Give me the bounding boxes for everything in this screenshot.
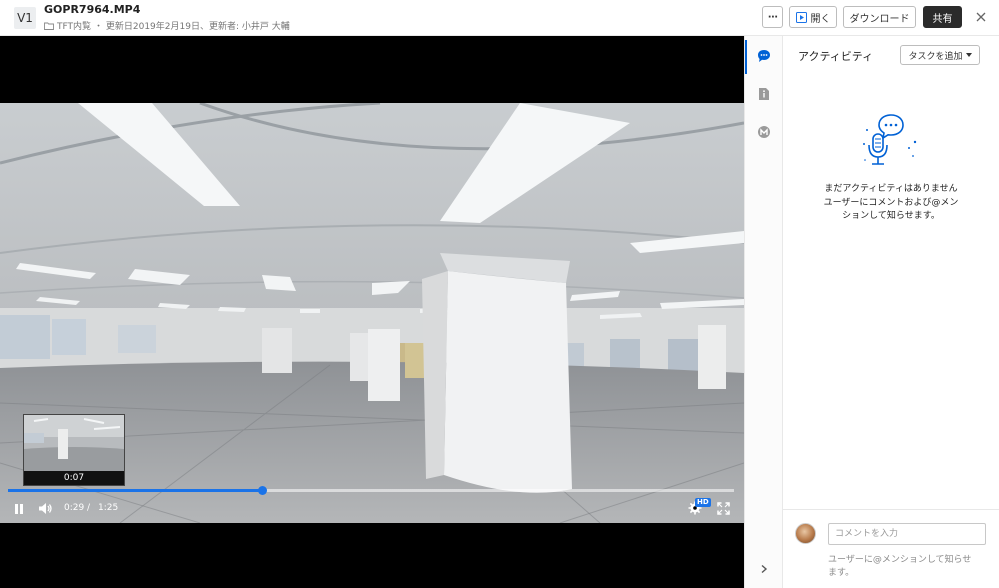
close-icon[interactable] (973, 9, 989, 25)
download-button[interactable]: ダウンロード (843, 6, 916, 28)
updated-info: ・ 更新日2019年2月19日、更新者: 小井戸 大輔 (94, 22, 290, 32)
caret-down-icon (965, 53, 972, 57)
skills-icon[interactable] (757, 125, 771, 139)
folder-link[interactable]: TFT内覧 (57, 19, 91, 32)
empty-state-title: まだアクティビティはありません (824, 184, 958, 194)
sidebar-rail (744, 36, 783, 588)
open-app-icon (795, 11, 807, 23)
open-label: 開く (810, 13, 831, 25)
video-player[interactable]: 0:07 0:29 / 1:25 HD (0, 36, 744, 588)
avatar (795, 523, 816, 544)
activity-panel: アクティビティ タスクを追加 まだアクティビティはありません ユーザーにコメント… (783, 36, 999, 588)
add-task-button[interactable]: タスクを追加 (900, 45, 980, 65)
file-name: GOPR7964.MP4 (44, 3, 141, 16)
add-task-label: タスクを追加 (908, 50, 963, 61)
fullscreen-icon[interactable] (717, 502, 730, 515)
volume-icon[interactable] (38, 502, 53, 515)
preview-header: V1 GOPR7964.MP4 TFT内覧 ・ 更新日2019年2月19日、更新… (0, 0, 999, 36)
progress-bar[interactable] (8, 486, 734, 495)
progress-fill (8, 489, 263, 492)
file-meta: TFT内覧 ・ 更新日2019年2月19日、更新者: 小井戸 大輔 (44, 19, 290, 32)
more-options-button[interactable]: ⋯ (762, 6, 783, 28)
pause-icon[interactable] (13, 503, 25, 515)
empty-state-description: ユーザーにコメントおよび@メンションして知らせます。 (823, 198, 959, 221)
divider (783, 509, 999, 510)
share-button[interactable]: 共有 (923, 6, 962, 28)
chevron-right-icon[interactable] (759, 564, 769, 574)
version-badge[interactable]: V1 (14, 7, 36, 29)
microphone-chat-icon (863, 114, 917, 165)
comment-input[interactable] (828, 523, 986, 545)
current-time: 0:29 (64, 503, 85, 513)
hd-badge: HD (695, 498, 711, 507)
player-controls: 0:29 / 1:25 HD (0, 498, 744, 522)
info-icon[interactable] (757, 87, 771, 101)
panel-title: アクティビティ (798, 50, 874, 63)
thumbnail-time: 0:07 (24, 471, 124, 485)
rail-active-indicator (745, 40, 747, 74)
total-time: 1:25 (98, 503, 119, 513)
activity-icon[interactable] (757, 49, 771, 63)
comment-hint: ユーザーに@メンションして知らせます。 (828, 555, 972, 578)
thumbnail-image (24, 415, 124, 471)
scrub-thumbnail: 0:07 (23, 414, 125, 486)
folder-icon (44, 22, 54, 30)
open-button[interactable]: 開く (789, 6, 837, 28)
time-separator: / (87, 503, 91, 513)
